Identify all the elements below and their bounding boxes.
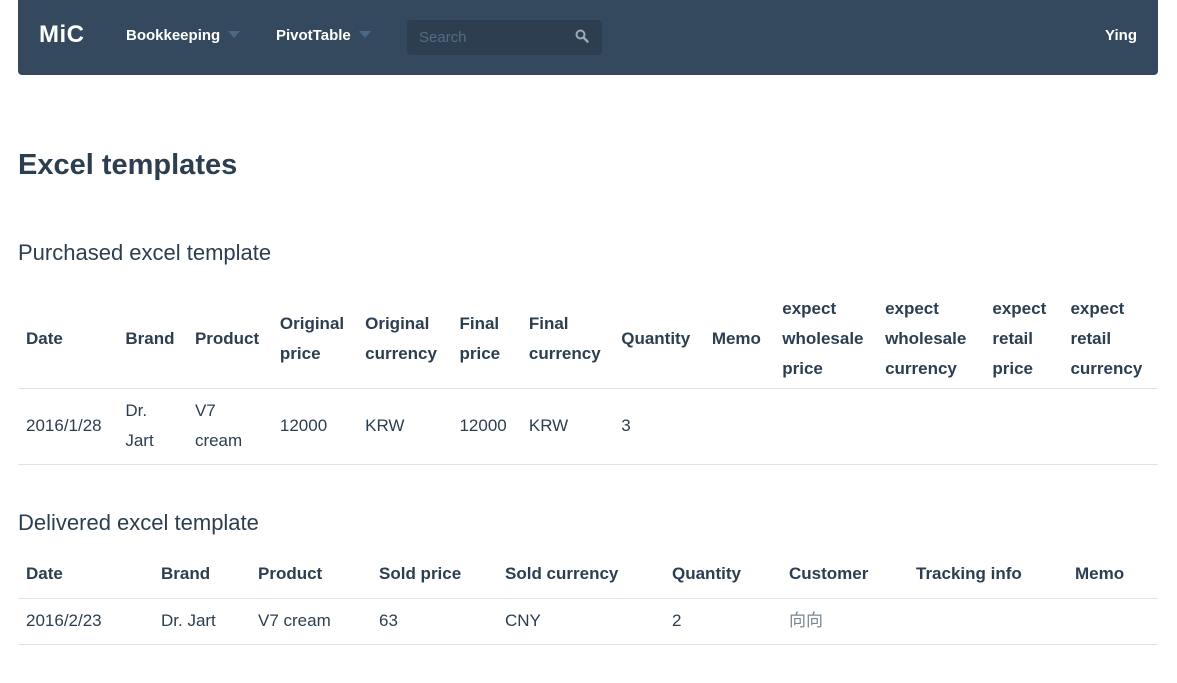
user-menu[interactable]: Ying [1105, 27, 1137, 44]
caret-down-icon [228, 31, 241, 38]
table-cell: V7 cream [258, 611, 331, 630]
table-cell: 12000 [459, 416, 507, 435]
column-header: Date [26, 328, 63, 348]
table-cell: 63 [379, 611, 398, 630]
purchased-table: Date Brand Product Original price Origin… [18, 290, 1158, 465]
table-header-row: Date Brand Product Original price Origin… [18, 290, 1158, 388]
table-cell: Dr. Jart [161, 611, 216, 630]
delivered-table: Date Brand Product Sold price Sold curre… [18, 551, 1158, 645]
caret-down-icon [358, 31, 371, 38]
column-header: expect wholesale price [782, 298, 864, 378]
purchased-heading: Purchased excel template [18, 240, 272, 265]
column-header: Original currency [365, 313, 437, 363]
menu-bookkeeping-label: Bookkeeping [126, 27, 221, 44]
column-header: Product [258, 564, 323, 584]
table-cell: KRW [528, 416, 569, 435]
table-cell [908, 598, 1067, 644]
column-header: Sold price [379, 564, 462, 584]
column-header: Final currency [528, 313, 601, 363]
table-cell: KRW [365, 416, 405, 435]
table-cell [704, 388, 774, 464]
menu-pivottable-label: PivotTable [276, 27, 351, 44]
search-icon[interactable] [574, 28, 590, 44]
table-cell: V7 cream [194, 401, 243, 450]
column-header: Brand [161, 564, 211, 584]
column-header: expect retail price [992, 298, 1047, 378]
table-cell [984, 388, 1062, 464]
column-header: Memo [711, 328, 761, 348]
table-cell: 向向 [789, 611, 823, 631]
column-header: Original price [279, 313, 345, 363]
column-header: Brand [125, 328, 175, 348]
table-cell [1067, 598, 1158, 644]
column-header: Quantity [672, 564, 741, 584]
table-cell [1062, 388, 1158, 464]
column-header: expect retail currency [1070, 298, 1143, 378]
column-header: Tracking info [916, 564, 1022, 584]
menu-pivottable[interactable]: PivotTable [276, 27, 371, 44]
delivered-heading: Delivered excel template [18, 510, 259, 535]
table-row: 2016/1/28 Dr. Jart V7 cream 12000 KRW 12… [18, 388, 1158, 464]
column-header: Quantity [621, 328, 691, 348]
table-cell: 12000 [279, 416, 328, 435]
table-cell: 2 [672, 611, 682, 630]
menu-bookkeeping[interactable]: Bookkeeping [126, 27, 241, 44]
table-cell: 2016/1/28 [26, 416, 102, 435]
table-cell: 2016/2/23 [26, 611, 102, 630]
brand-logo[interactable]: MiC [39, 21, 85, 49]
column-header: Sold currency [505, 564, 619, 584]
page-title: Excel templates [18, 149, 238, 181]
search-input[interactable] [407, 20, 579, 55]
navbar: MiC Bookkeeping PivotTable Ying [18, 0, 1158, 75]
column-header: Final price [459, 313, 501, 363]
table-cell: Dr. Jart [125, 401, 154, 450]
column-header: Memo [1075, 564, 1125, 584]
column-header: Date [26, 564, 63, 584]
table-row: 2016/2/23 Dr. Jart V7 cream 63 CNY 2 向向 [18, 598, 1158, 644]
table-header-row: Date Brand Product Sold price Sold curre… [18, 551, 1158, 598]
column-header: Product [194, 328, 260, 348]
search-box [407, 20, 602, 55]
column-header: Customer [789, 564, 869, 584]
table-cell [877, 388, 984, 464]
table-cell: 3 [621, 416, 631, 435]
column-header: expect wholesale currency [885, 298, 967, 378]
table-cell [774, 388, 877, 464]
table-cell: CNY [505, 611, 541, 630]
